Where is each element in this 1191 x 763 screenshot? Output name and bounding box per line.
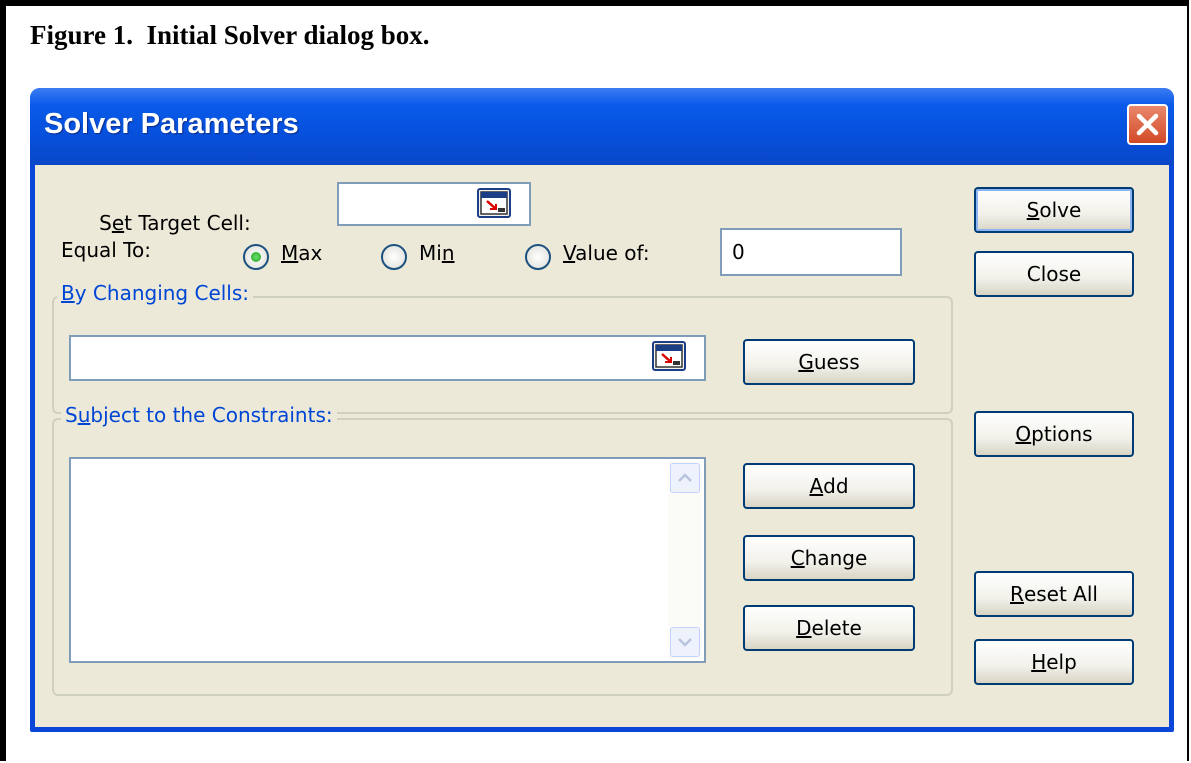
min-label-a: Mi [419, 241, 442, 265]
min-radio-label[interactable]: Min [419, 241, 455, 265]
reset-all-label-rest: eset All [1023, 582, 1098, 606]
set-target-cell-label-b: t Target Cell: [124, 211, 251, 235]
constraints-label: Subject to the Constraints: [61, 403, 337, 427]
guess-mnemonic: G [798, 350, 814, 374]
options-label-rest: ptions [1031, 422, 1093, 446]
change-button[interactable]: Change [743, 535, 915, 581]
solve-label-rest: olve [1039, 198, 1082, 222]
min-mnemonic: n [441, 241, 455, 265]
add-button[interactable]: Add [743, 463, 915, 509]
value-of-mnemonic: V [563, 241, 576, 265]
chevron-up-icon [678, 473, 692, 482]
close-button[interactable]: Close [974, 251, 1134, 297]
solve-mnemonic: S [1026, 198, 1040, 222]
changing-cells-label-rest: y Changing Cells: [74, 281, 250, 305]
changing-cells-field[interactable] [69, 335, 706, 381]
options-mnemonic: O [1015, 422, 1032, 446]
solver-dialog: Solver Parameters Set Target Cell: Equal… [30, 88, 1174, 732]
scroll-down-button[interactable] [670, 627, 700, 657]
chevron-down-icon [678, 638, 692, 647]
add-label-rest: dd [823, 474, 849, 498]
constraints-label-a: S [65, 403, 78, 427]
figure-caption: Figure 1. Initial Solver dialog box. [30, 20, 430, 50]
constraints-list[interactable] [69, 457, 706, 663]
dialog-title: Solver Parameters [44, 108, 299, 140]
dialog-client-area: Set Target Cell: Equal To: Max Min Value… [35, 165, 1169, 727]
delete-label-rest: elete [811, 616, 862, 640]
solve-button[interactable]: Solve [974, 187, 1134, 233]
value-of-radio-label[interactable]: Value of: [563, 241, 650, 265]
constraints-scrollbar[interactable] [668, 461, 702, 659]
changing-cells-label: By Changing Cells: [57, 281, 254, 305]
help-button[interactable]: Help [974, 639, 1134, 685]
equal-to-label: Equal To: [61, 238, 151, 262]
changing-cells-mnemonic: B [61, 281, 75, 305]
max-radio-label[interactable]: Max [281, 241, 322, 265]
reset-all-mnemonic: R [1010, 582, 1024, 606]
constraints-label-b: bject to the Constraints: [90, 403, 333, 427]
guess-button[interactable]: Guess [743, 339, 915, 385]
value-of-radio[interactable] [525, 244, 551, 270]
set-target-cell-label-a: S [99, 211, 112, 235]
changing-cells-collapse-button[interactable] [652, 341, 686, 371]
collapse-dialog-icon [655, 344, 683, 368]
delete-mnemonic: D [796, 616, 812, 640]
help-label-rest: elp [1046, 650, 1077, 674]
close-x-icon [1136, 113, 1159, 136]
min-radio[interactable] [381, 244, 407, 270]
add-mnemonic: A [809, 474, 824, 498]
title-bar[interactable]: Solver Parameters [30, 88, 1174, 165]
reset-all-button[interactable]: Reset All [974, 571, 1134, 617]
change-mnemonic: C [790, 546, 805, 570]
help-mnemonic: H [1031, 650, 1047, 674]
change-label-rest: hange [804, 546, 868, 570]
set-target-cell-field[interactable] [337, 182, 531, 226]
radio-selected-dot [251, 252, 261, 262]
scroll-up-button[interactable] [670, 463, 700, 493]
constraints-mnemonic: u [77, 403, 91, 427]
guess-label-rest: uess [813, 350, 860, 374]
max-label-rest: ax [298, 241, 323, 265]
collapse-dialog-icon [480, 191, 508, 215]
options-button[interactable]: Options [974, 411, 1134, 457]
max-radio[interactable] [243, 244, 269, 270]
close-x-button[interactable] [1127, 104, 1168, 145]
value-of-field[interactable]: 0 [720, 228, 902, 276]
set-target-cell-label-mnemonic: e [111, 211, 125, 235]
value-of-value: 0 [732, 240, 745, 264]
max-mnemonic: M [281, 241, 299, 265]
value-of-label-rest: alue of: [575, 241, 650, 265]
target-cell-collapse-button[interactable] [477, 188, 511, 218]
delete-button[interactable]: Delete [743, 605, 915, 651]
